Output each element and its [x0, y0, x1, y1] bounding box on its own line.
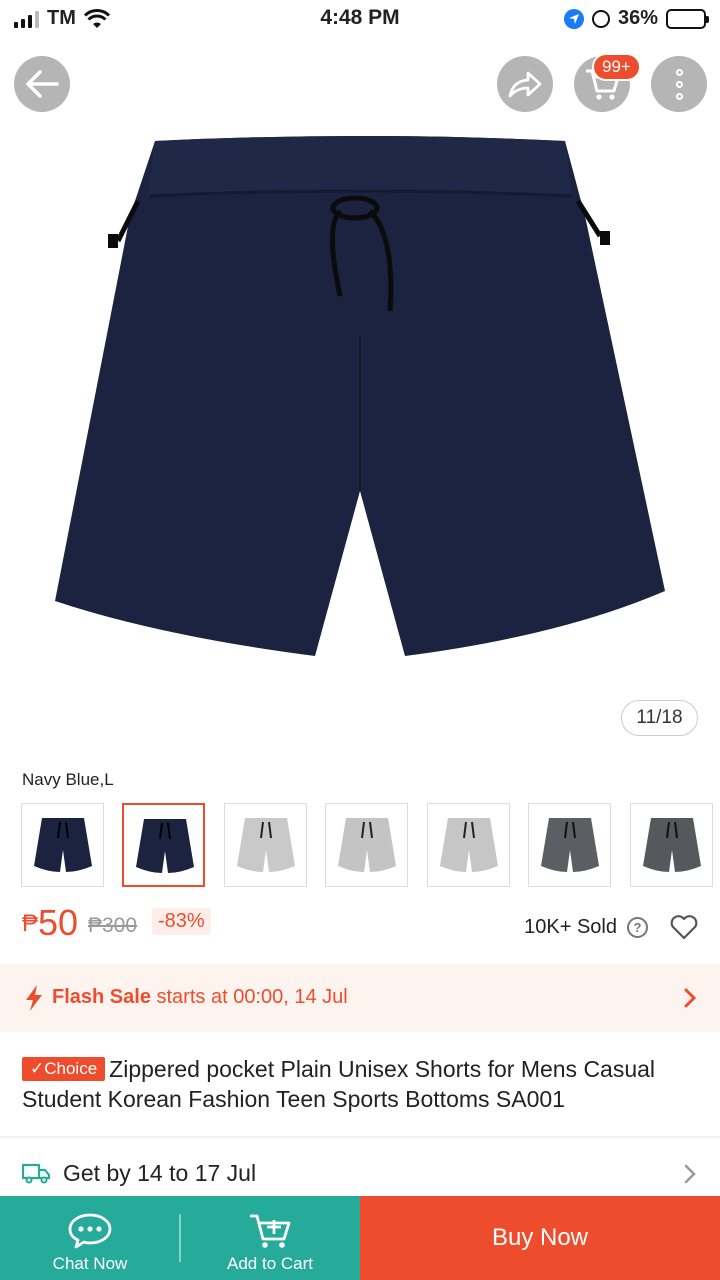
- chevron-right-icon: [684, 988, 696, 1008]
- heart-icon[interactable]: [670, 914, 698, 940]
- chat-icon: [68, 1213, 112, 1249]
- variant-thumbnails: [21, 803, 720, 887]
- chat-now-label: Chat Now: [52, 1254, 128, 1273]
- truck-icon: [22, 1163, 50, 1184]
- lightning-icon: [26, 985, 42, 1011]
- shorts-image: [55, 136, 665, 656]
- variant-thumbnail-selected[interactable]: [122, 803, 206, 887]
- flash-sale-label: Flash Sale: [52, 986, 151, 1008]
- product-title: ✓Choice Zippered pocket Plain Unisex Shor…: [22, 1056, 656, 1112]
- share-button[interactable]: [497, 56, 553, 112]
- flash-sale-time: starts at 00:00, 14 Jul: [156, 986, 348, 1008]
- variant-thumbnail[interactable]: [325, 803, 409, 887]
- choice-badge: ✓Choice: [22, 1057, 106, 1081]
- add-to-cart-label: Add to Cart: [227, 1254, 313, 1273]
- back-button[interactable]: [14, 56, 70, 112]
- variant-thumbnail[interactable]: [21, 803, 104, 887]
- buy-now-button[interactable]: Buy Now: [360, 1196, 720, 1280]
- battery-percent: 36%: [617, 7, 658, 29]
- add-to-cart-button[interactable]: Add to Cart: [180, 1196, 360, 1280]
- rotation-lock-icon: [591, 9, 610, 28]
- arrow-left-icon: [26, 70, 59, 98]
- chevron-right-icon: [684, 1164, 696, 1184]
- discount-badge: -83%: [152, 908, 211, 935]
- chat-now-button[interactable]: Chat Now: [0, 1196, 180, 1280]
- more-options-button[interactable]: [651, 56, 707, 112]
- status-bar: TM 4:48 PM 36%: [0, 0, 720, 36]
- image-counter: 11/18: [621, 700, 698, 736]
- more-vertical-icon: [675, 68, 683, 100]
- battery-icon: [666, 8, 709, 29]
- delivery-estimate: Get by 14 to 17 Jul: [63, 1160, 257, 1186]
- divider: [0, 1136, 720, 1138]
- location-icon: [563, 8, 584, 29]
- variant-thumbnail[interactable]: [426, 803, 510, 887]
- variant-thumbnail[interactable]: [223, 803, 307, 887]
- product-image[interactable]: [0, 36, 720, 751]
- flash-sale-banner[interactable]: Flash Sale starts at 00:00, 14 Jul: [0, 964, 720, 1032]
- variant-thumbnail[interactable]: [629, 803, 713, 887]
- delivery-row[interactable]: Get by 14 to 17 Jul: [0, 1152, 720, 1196]
- add-to-cart-icon: [250, 1214, 291, 1248]
- original-price: ₱300: [88, 914, 138, 937]
- share-icon: [508, 71, 542, 98]
- cart-count-badge: 99+: [592, 53, 641, 81]
- current-price: ₱50: [22, 902, 79, 943]
- bottom-action-bar: Chat Now Add to Cart Buy Now: [0, 1196, 720, 1280]
- divider: [179, 1214, 181, 1262]
- variant-thumbnail[interactable]: [528, 803, 612, 887]
- help-icon[interactable]: ?: [627, 917, 648, 938]
- sold-count: 10K+ Sold: [524, 916, 617, 938]
- selected-variant-label: Navy Blue,L: [22, 770, 114, 789]
- cart-button[interactable]: 99+: [574, 53, 641, 112]
- price-row: ₱50 ₱300 -83% 10K+ Sold ?: [22, 900, 698, 950]
